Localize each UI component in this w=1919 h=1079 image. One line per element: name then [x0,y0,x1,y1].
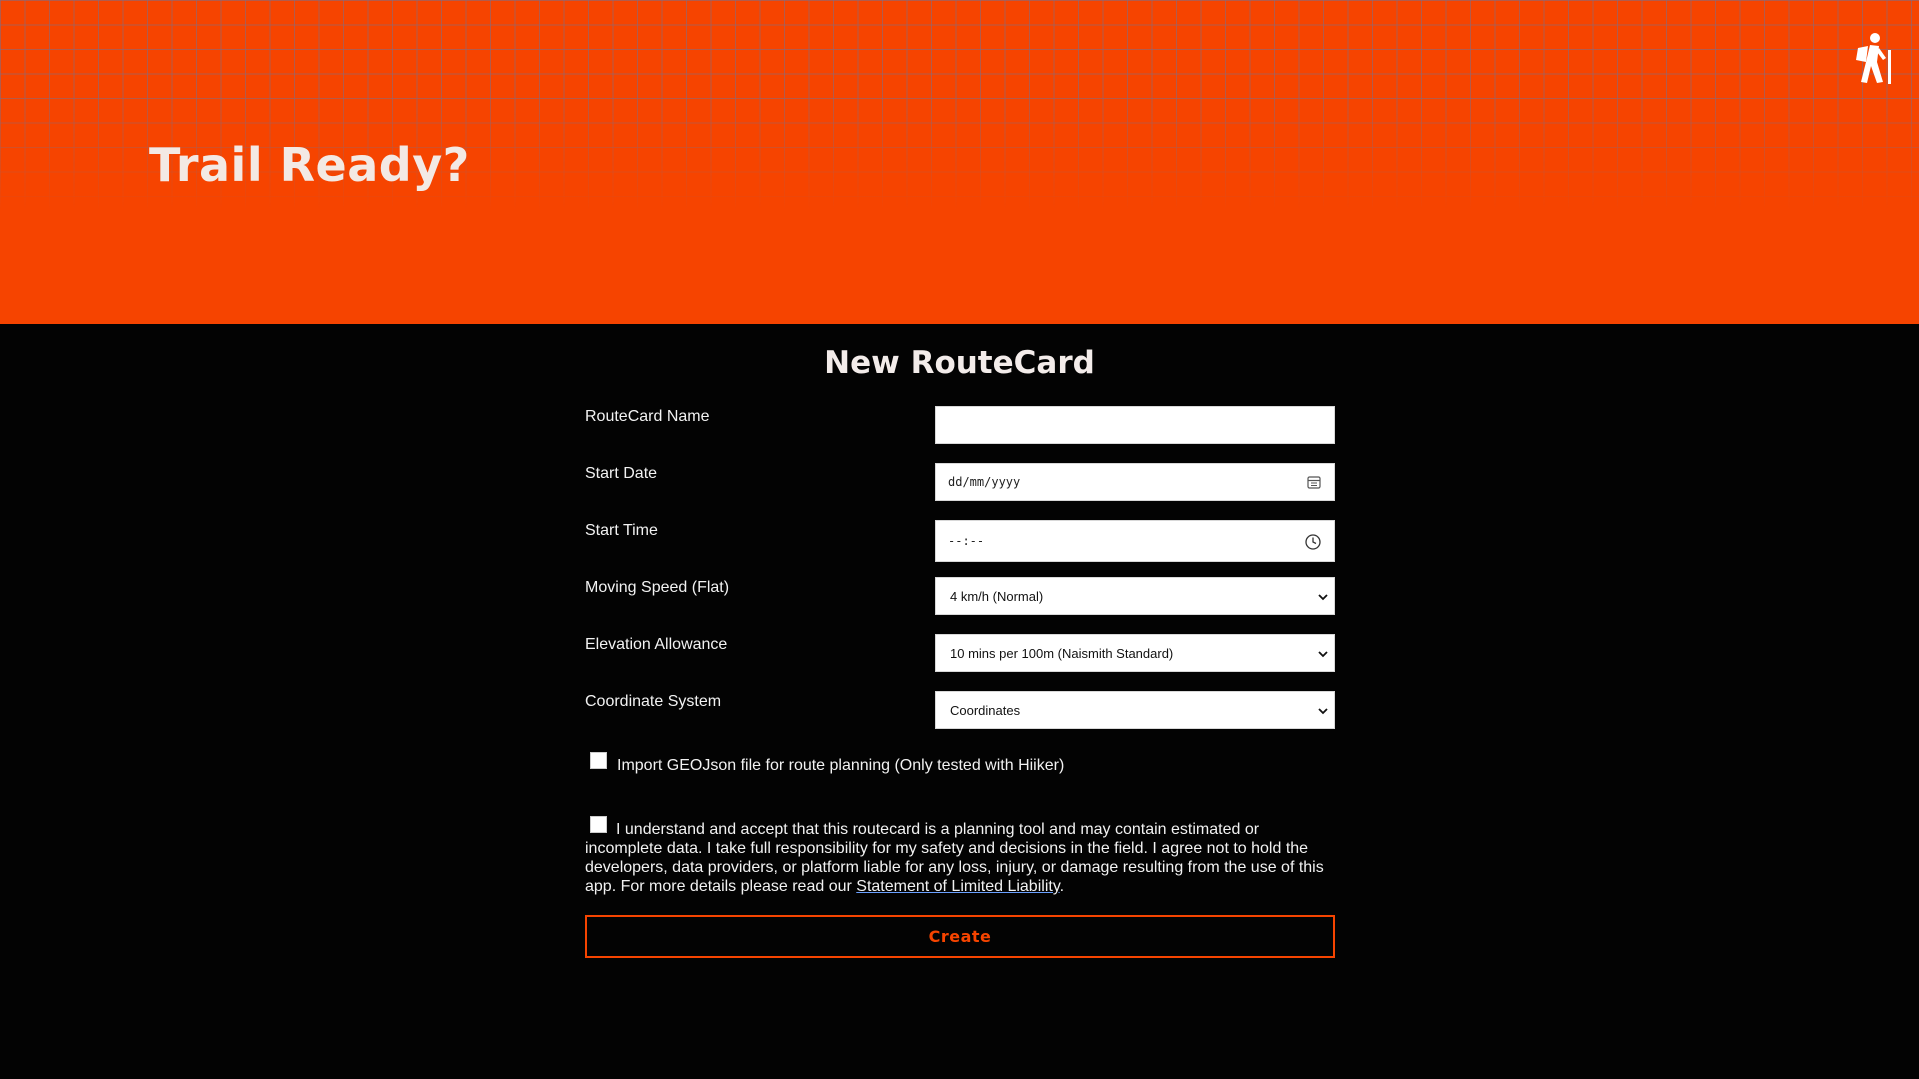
moving-speed-label: Moving Speed (Flat) [585,579,730,596]
coordinate-system-label: Coordinate System [585,693,722,710]
start-time-placeholder: --:-- [948,534,985,548]
coordinate-system-row: Coordinate System Coordinates [585,685,1335,729]
hiker-icon[interactable] [1850,32,1894,86]
terms-row: I understand and accept that this routec… [585,816,1335,896]
start-date-row: Start Date dd/mm/yyyy [585,457,1335,501]
start-date-input[interactable]: dd/mm/yyyy [935,463,1335,501]
elevation-allowance-label: Elevation Allowance [585,636,728,653]
start-time-row: Start Time --:-- [585,514,1335,562]
elevation-allowance-value: 10 mins per 100m (Naismith Standard) [950,646,1174,661]
form-title: New RouteCard [824,345,1095,381]
chevron-down-icon [1318,594,1328,601]
moving-speed-select[interactable]: 4 km/h (Normal) [935,577,1335,615]
import-geojson-label: Import GEOJson file for route planning (… [617,757,1065,774]
coordinate-system-value: Coordinates [950,703,1021,718]
routecard-name-input[interactable] [936,407,1334,443]
elevation-allowance-select[interactable]: 10 mins per 100m (Naismith Standard) [935,634,1335,672]
coordinate-system-select[interactable]: Coordinates [935,691,1335,729]
page-title: Trail Ready? [149,138,470,192]
start-date-label: Start Date [585,465,658,482]
routecard-name-row: RouteCard Name [585,400,1335,444]
routecard-name-field[interactable] [935,406,1335,444]
start-time-label: Start Time [585,522,658,539]
hero-banner: Trail Ready? [0,0,1919,324]
liability-statement-link[interactable]: Statement of Limited Liability [856,878,1059,895]
clock-icon[interactable] [1304,533,1322,551]
start-time-input[interactable]: --:-- [935,520,1335,562]
import-geojson-checkbox[interactable] [590,752,607,769]
calendar-icon[interactable] [1306,474,1322,490]
chevron-down-icon [1318,651,1328,658]
routecard-name-label: RouteCard Name [585,408,710,425]
create-button[interactable]: Create [585,915,1335,958]
import-geojson-row: Import GEOJson file for route planning (… [585,752,1335,775]
terms-checkbox[interactable] [590,816,607,833]
terms-suffix: . [1059,878,1065,895]
elevation-allowance-row: Elevation Allowance 10 mins per 100m (Na… [585,628,1335,672]
moving-speed-value: 4 km/h (Normal) [950,589,1044,604]
terms-text: I understand and accept that this routec… [585,816,1335,896]
moving-speed-row: Moving Speed (Flat) 4 km/h (Normal) [585,571,1335,615]
start-date-placeholder: dd/mm/yyyy [948,475,1021,489]
chevron-down-icon [1318,708,1328,715]
